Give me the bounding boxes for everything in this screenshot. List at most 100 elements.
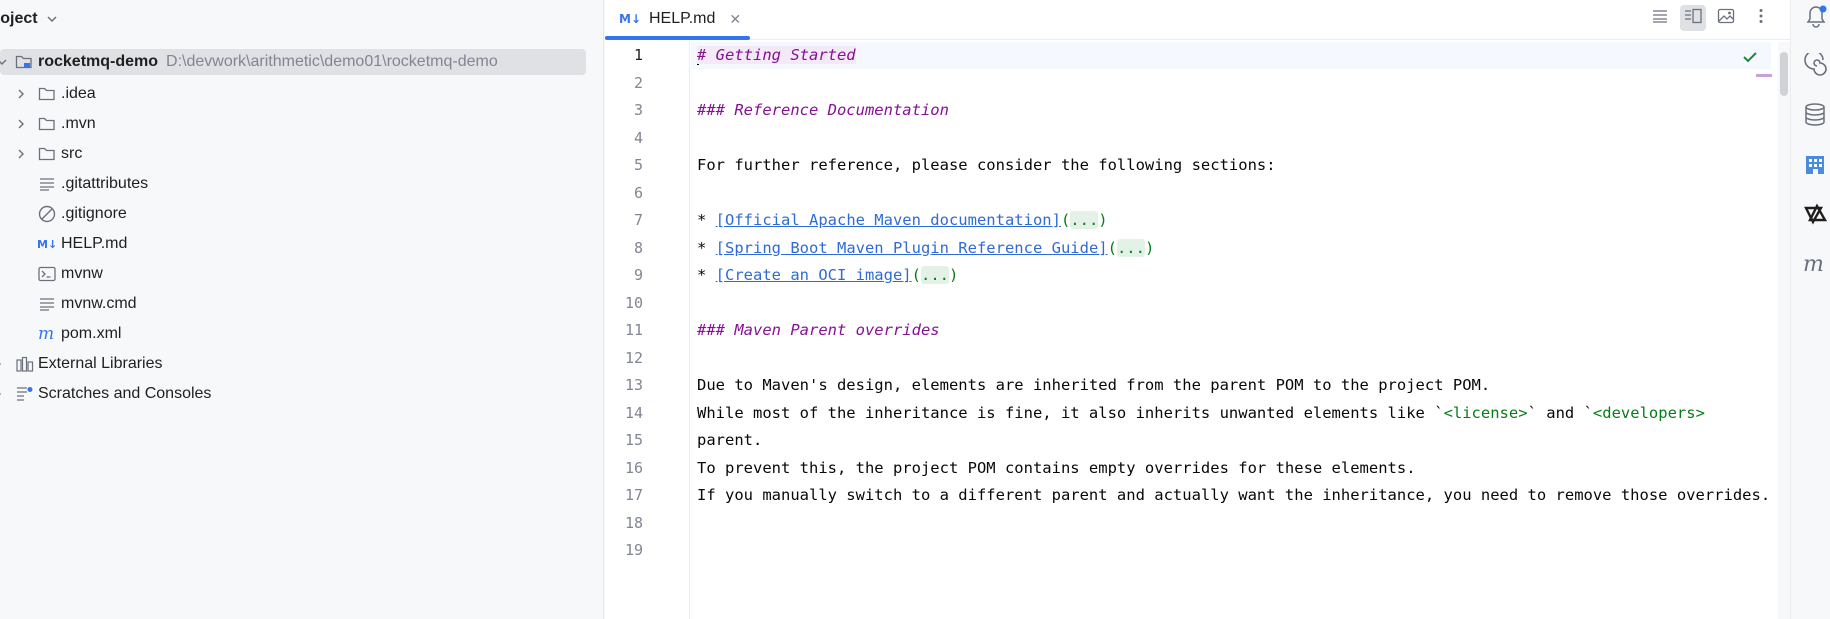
tree-item-label: mvnw bbox=[61, 265, 103, 282]
chevron-right-icon[interactable] bbox=[0, 358, 4, 370]
line-number: 2 bbox=[633, 73, 643, 92]
line-number: 11 bbox=[624, 321, 643, 339]
backtick: ` bbox=[1434, 403, 1444, 422]
markdown-link[interactable]: [Official Apache Maven documentation] bbox=[716, 211, 1061, 229]
split-view-icon bbox=[1684, 8, 1702, 28]
ai-agent-knot-icon[interactable] bbox=[1803, 200, 1830, 228]
code-line-17: If you manually switch to a different pa… bbox=[697, 482, 1770, 509]
folder-icon bbox=[37, 144, 57, 164]
tree-item-label: pom.xml bbox=[61, 325, 122, 342]
notifications-bell-icon[interactable] bbox=[1803, 2, 1830, 30]
code-text: For further reference, please consider t… bbox=[697, 156, 1276, 174]
line-number: 16 bbox=[624, 458, 643, 477]
line-number: 9 bbox=[633, 266, 643, 284]
markdown-heading: ### Maven Parent overrides bbox=[697, 321, 940, 339]
fold-paren: ) bbox=[948, 266, 959, 284]
code-line-5: For further reference, please consider t… bbox=[697, 152, 1276, 179]
folder-icon bbox=[37, 84, 57, 104]
inline-code: <license> bbox=[1443, 403, 1528, 422]
fold-paren: ( bbox=[911, 266, 921, 284]
markdown-file-icon: M↓ bbox=[619, 12, 641, 26]
library-icon bbox=[15, 354, 35, 374]
code-line-14: While most of the inheritance is fine, i… bbox=[697, 400, 1705, 427]
chevron-down-icon[interactable] bbox=[0, 56, 8, 68]
code-line-3: ### Reference Documentation bbox=[697, 97, 949, 124]
code-line-7: * [Official Apache Maven documentation](… bbox=[697, 207, 1108, 234]
ai-assistant-spiral-icon[interactable] bbox=[1803, 52, 1830, 80]
fold-paren: ( bbox=[1060, 211, 1071, 229]
right-tool-strip: m bbox=[1790, 0, 1830, 619]
line-number: 10 bbox=[624, 293, 643, 312]
tree-item-label: .gitignore bbox=[61, 205, 127, 222]
chevron-right-icon[interactable] bbox=[15, 118, 27, 130]
split-view-button[interactable] bbox=[1680, 5, 1706, 31]
line-number: 6 bbox=[633, 183, 643, 202]
line-number: 3 bbox=[633, 101, 643, 119]
line-number: 13 bbox=[624, 376, 643, 394]
fold-paren: ) bbox=[1098, 211, 1108, 229]
line-number: 4 bbox=[633, 128, 643, 147]
line-number: 18 bbox=[624, 513, 643, 532]
root-module-name: rocketmq-demo bbox=[38, 53, 159, 70]
scroll-marker bbox=[1756, 74, 1772, 77]
tab-label: HELP.md bbox=[649, 10, 716, 27]
markdown-heading: ### Reference Documentation bbox=[697, 101, 949, 119]
chevron-right-icon[interactable] bbox=[15, 88, 27, 100]
tree-item-label: mvnw.cmd bbox=[61, 295, 137, 312]
inline-code: <developers> bbox=[1592, 403, 1705, 422]
database-icon[interactable] bbox=[1803, 101, 1830, 129]
tree-item-root[interactable]: rocketmq-demo D:\devwork\arithmetic\demo0… bbox=[0, 49, 586, 75]
inspection-ok-icon[interactable] bbox=[1742, 50, 1758, 68]
fold-paren: ) bbox=[1144, 238, 1155, 257]
code-text: While most of the inheritance is fine, i… bbox=[697, 403, 1435, 422]
tree-item-label: .gitattributes bbox=[61, 175, 149, 192]
fold-paren: ( bbox=[1107, 238, 1117, 257]
svg-text:m: m bbox=[1803, 252, 1824, 277]
editor: M↓ HELP.md ✕ 1 2 3 4 5 6 7 8 9 10 11 12 … bbox=[605, 0, 1790, 619]
preview-only-button[interactable] bbox=[1713, 5, 1739, 31]
markdown-link[interactable]: [Create an OCI image] bbox=[716, 266, 912, 284]
project-view-selector[interactable]: roject bbox=[0, 6, 58, 32]
code-line-9: * [Create an OCI image](...) bbox=[697, 262, 958, 289]
shell-script-icon bbox=[37, 264, 57, 284]
folded-url[interactable]: ... bbox=[1116, 238, 1145, 257]
tree-item-label: Scratches and Consoles bbox=[38, 385, 212, 402]
code-line-13: Due to Maven's design, elements are inhe… bbox=[697, 372, 1490, 399]
image-icon bbox=[1717, 8, 1735, 28]
line-number: 17 bbox=[624, 486, 643, 504]
tab-help-md[interactable]: M↓ HELP.md ✕ bbox=[619, 0, 741, 38]
text-file-icon bbox=[37, 294, 57, 314]
line-number: 12 bbox=[624, 348, 643, 367]
lines-icon bbox=[1652, 9, 1668, 27]
maven-icon[interactable]: m bbox=[1803, 250, 1830, 278]
code-editor-area[interactable]: # Getting Started ### Reference Document… bbox=[691, 42, 1771, 619]
chevron-right-icon[interactable] bbox=[15, 148, 27, 160]
line-number: 15 bbox=[624, 431, 643, 449]
line-number-gutter: 1 2 3 4 5 6 7 8 9 10 11 12 13 14 15 16 1… bbox=[605, 42, 690, 619]
more-options-button[interactable] bbox=[1748, 5, 1774, 31]
scrollbar-thumb[interactable] bbox=[1780, 52, 1788, 96]
code-line-15: parent. bbox=[697, 427, 762, 454]
markdown-link[interactable]: [Spring Boot Maven Plugin Reference Guid… bbox=[716, 239, 1108, 257]
chevron-right-icon[interactable] bbox=[0, 388, 4, 400]
tree-item-label: src bbox=[61, 145, 83, 162]
tree-item-label: .idea bbox=[61, 85, 96, 102]
line-number: 14 bbox=[624, 403, 643, 422]
code-line-16: To prevent this, the project POM contain… bbox=[697, 455, 1416, 482]
code-line-11: ### Maven Parent overrides bbox=[697, 317, 940, 344]
line-number: 7 bbox=[633, 211, 643, 229]
close-icon[interactable]: ✕ bbox=[729, 11, 741, 28]
list-bullet: * bbox=[697, 211, 716, 229]
line-number: 8 bbox=[633, 238, 643, 257]
editor-only-view-button[interactable] bbox=[1647, 5, 1673, 31]
tree-item-label: rocketmq-demo D:\devwork\arithmetic\demo0… bbox=[38, 53, 498, 71]
backtick: ` bbox=[1583, 403, 1593, 422]
backtick: ` bbox=[1527, 403, 1537, 422]
folded-url[interactable]: ... bbox=[920, 266, 949, 284]
svg-text:m: m bbox=[38, 325, 54, 343]
code-text: parent. bbox=[697, 431, 763, 449]
folded-url[interactable]: ... bbox=[1070, 211, 1099, 229]
building-plugin-icon[interactable] bbox=[1803, 151, 1830, 179]
active-tab-indicator bbox=[605, 36, 750, 40]
vertical-scrollbar[interactable] bbox=[1778, 42, 1790, 619]
